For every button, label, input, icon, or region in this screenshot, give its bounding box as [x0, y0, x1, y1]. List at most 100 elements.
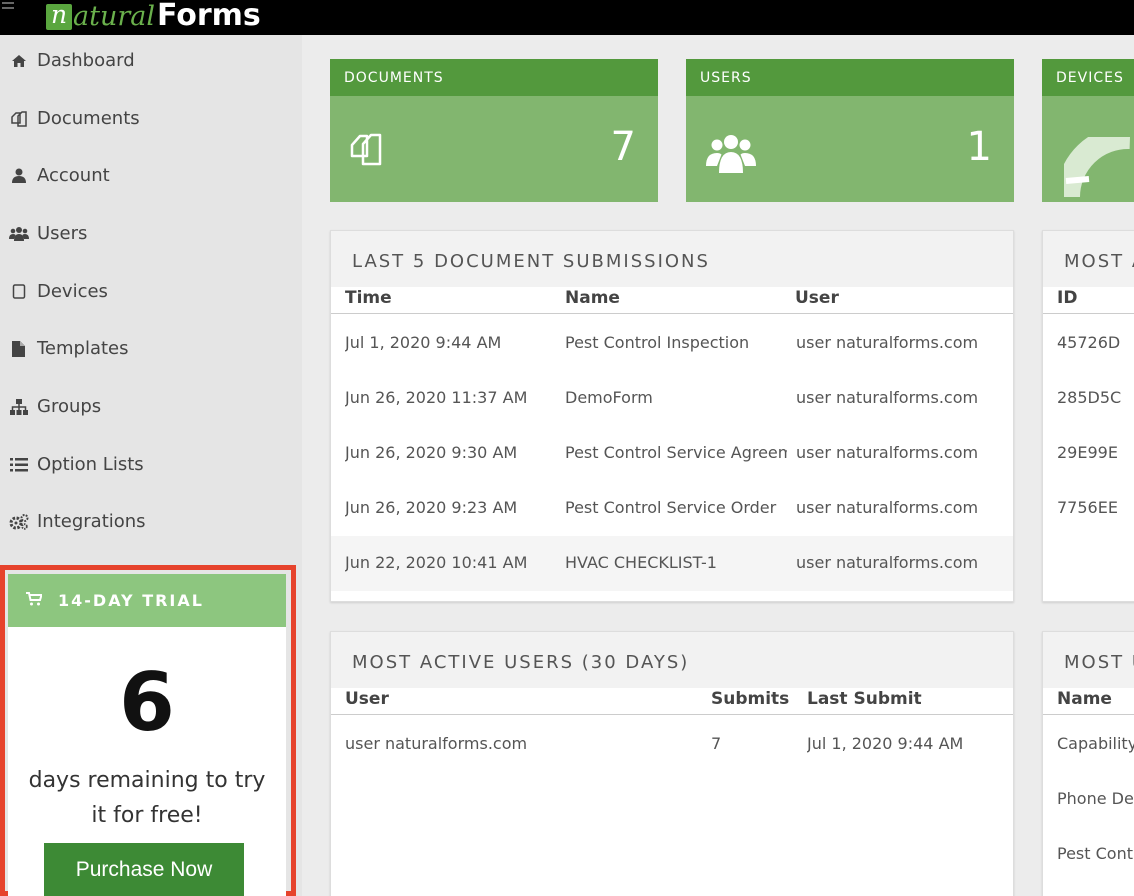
cell-time: Jun 22, 2020 10:41 AM	[345, 553, 528, 572]
cell-time: Jun 26, 2020 9:30 AM	[345, 443, 518, 462]
cell-name: Pest Control Inspection	[565, 333, 750, 352]
cell-user: user naturalforms.com	[345, 734, 528, 753]
documents-count: 7	[610, 124, 636, 170]
column-header-user[interactable]: User	[345, 689, 389, 709]
sidebar-item-templates[interactable]: Templates	[0, 320, 302, 377]
logo-mark: n	[46, 2, 72, 30]
sidebar-item-label: Users	[37, 223, 88, 244]
sidebar-item-label: Dashboard	[37, 50, 135, 71]
template-name: Phone Der	[1057, 789, 1134, 808]
cell-time: Jun 26, 2020 11:37 AM	[345, 388, 528, 407]
template-name: Capability	[1057, 734, 1134, 753]
table-row[interactable]: Jun 22, 2020 10:41 AM HVAC CHECKLIST-1 u…	[331, 536, 1013, 591]
column-header-time[interactable]: Time	[345, 288, 392, 308]
header-divider	[1043, 313, 1134, 314]
trial-title: 14-DAY TRIAL	[58, 591, 204, 610]
cell-user: user naturalforms.com	[796, 498, 979, 517]
sidebar-item-label: Documents	[37, 108, 140, 129]
column-header-user[interactable]: User	[795, 288, 839, 308]
column-header-name[interactable]: Name	[1057, 689, 1112, 709]
table-row[interactable]: Jun 26, 2020 9:30 AM Pest Control Servic…	[331, 426, 1013, 481]
documents-icon	[350, 131, 384, 173]
device-id: 45726D	[1057, 333, 1121, 352]
active-users-panel: MOST ACTIVE USERS (30 DAYS) User Submits…	[330, 631, 1014, 896]
sidebar-item-label: Groups	[37, 396, 102, 417]
sidebar-item-label: Option Lists	[37, 454, 144, 475]
trial-panel: 14-DAY TRIAL 6 days remaining to try it …	[8, 574, 286, 896]
cell-user: user naturalforms.com	[796, 333, 979, 352]
panel-title: MOST ACTIVE USERS (30 DAYS)	[331, 632, 1013, 688]
tablet-icon	[0, 284, 37, 299]
cell-name: HVAC CHECKLIST-1	[565, 553, 717, 572]
device-id: 7756EE	[1057, 498, 1118, 517]
header-divider	[331, 313, 1013, 314]
sidebar-item-groups[interactable]: Groups	[0, 378, 302, 435]
gauge-icon	[1056, 124, 1134, 201]
table-row[interactable]: Jun 26, 2020 11:37 AM DemoForm user natu…	[331, 371, 1013, 426]
sidebar-item-account[interactable]: Account	[0, 147, 302, 204]
sidebar-item-label: Templates	[37, 338, 129, 359]
sidebar-item-option-lists[interactable]: Option Lists	[0, 436, 302, 493]
sidebar-item-documents[interactable]: Documents	[0, 90, 302, 147]
file-icon	[0, 340, 37, 357]
users-stat-card[interactable]: USERS 1	[686, 59, 1014, 202]
table-row[interactable]: Jul 1, 2020 9:44 AM Pest Control Inspect…	[331, 316, 1013, 371]
device-id: 29E99E	[1057, 443, 1118, 462]
cogs-icon	[0, 513, 37, 530]
stat-label: DEVICES	[1042, 59, 1134, 96]
cell-last-submit: Jul 1, 2020 9:44 AM	[807, 734, 964, 753]
header-divider	[1043, 714, 1134, 715]
users-icon	[0, 226, 37, 241]
documents-stat-card[interactable]: DOCUMENTS 7	[330, 59, 658, 202]
cell-name: Pest Control Service Order	[565, 498, 777, 517]
stat-label: USERS	[686, 59, 1014, 96]
sidebar-item-dashboard[interactable]: Dashboard	[0, 32, 302, 89]
documents-icon	[0, 110, 37, 128]
column-header-name[interactable]: Name	[565, 288, 620, 308]
submissions-panel: LAST 5 DOCUMENT SUBMISSIONS Time Name Us…	[330, 230, 1014, 602]
logo-forms: Forms	[156, 0, 261, 33]
sidebar-item-devices[interactable]: Devices	[0, 263, 302, 320]
cell-name: Pest Control Service Agreement	[565, 443, 787, 462]
sidebar-item-label: Devices	[37, 281, 108, 302]
cell-time: Jul 1, 2020 9:44 AM	[345, 333, 502, 352]
panel-title: MOST A	[1043, 231, 1134, 287]
cell-name: DemoForm	[565, 388, 653, 407]
table-row[interactable]: Jun 26, 2020 9:23 AM Pest Control Servic…	[331, 481, 1013, 536]
sidebar-item-label: Integrations	[37, 511, 146, 532]
sitemap-icon	[0, 398, 37, 415]
days-remaining-count: 6	[119, 656, 175, 749]
active-devices-panel: MOST A ID 45726D 285D5C 29E99E 7756EE	[1042, 230, 1134, 602]
column-header-id[interactable]: ID	[1057, 288, 1077, 308]
cell-user: user naturalforms.com	[796, 388, 979, 407]
column-header-last-submit[interactable]: Last Submit	[807, 689, 922, 709]
home-icon	[0, 54, 37, 68]
cell-submits: 7	[711, 734, 722, 753]
sidebar-item-integrations[interactable]: Integrations	[0, 493, 302, 550]
cell-user: user naturalforms.com	[796, 443, 979, 462]
panel-title: MOST U	[1043, 632, 1134, 688]
menu-icon[interactable]	[2, 2, 14, 14]
users-icon	[706, 133, 756, 177]
top-bar: n atural Forms	[0, 0, 1134, 35]
table-row[interactable]: user naturalforms.com 7 Jul 1, 2020 9:44…	[331, 717, 1013, 772]
column-header-submits[interactable]: Submits	[711, 689, 789, 709]
template-name: Pest Contr	[1057, 844, 1134, 863]
cart-icon	[26, 591, 43, 610]
logo[interactable]: n atural Forms	[46, 0, 261, 33]
user-icon	[0, 168, 37, 183]
device-id: 285D5C	[1057, 388, 1122, 407]
sidebar-item-label: Account	[37, 165, 110, 186]
cell-user: user naturalforms.com	[796, 553, 979, 572]
trial-header: 14-DAY TRIAL	[8, 574, 286, 627]
list-icon	[0, 457, 37, 472]
cell-time: Jun 26, 2020 9:23 AM	[345, 498, 518, 517]
panel-title: LAST 5 DOCUMENT SUBMISSIONS	[331, 231, 1013, 287]
sidebar-item-users[interactable]: Users	[0, 205, 302, 262]
header-divider	[331, 714, 1013, 715]
logo-natural: atural	[73, 1, 155, 32]
users-count: 1	[966, 124, 992, 170]
purchase-now-button[interactable]: Purchase Now	[44, 843, 244, 896]
devices-stat-card[interactable]: DEVICES	[1042, 59, 1134, 202]
stat-label: DOCUMENTS	[330, 59, 658, 96]
